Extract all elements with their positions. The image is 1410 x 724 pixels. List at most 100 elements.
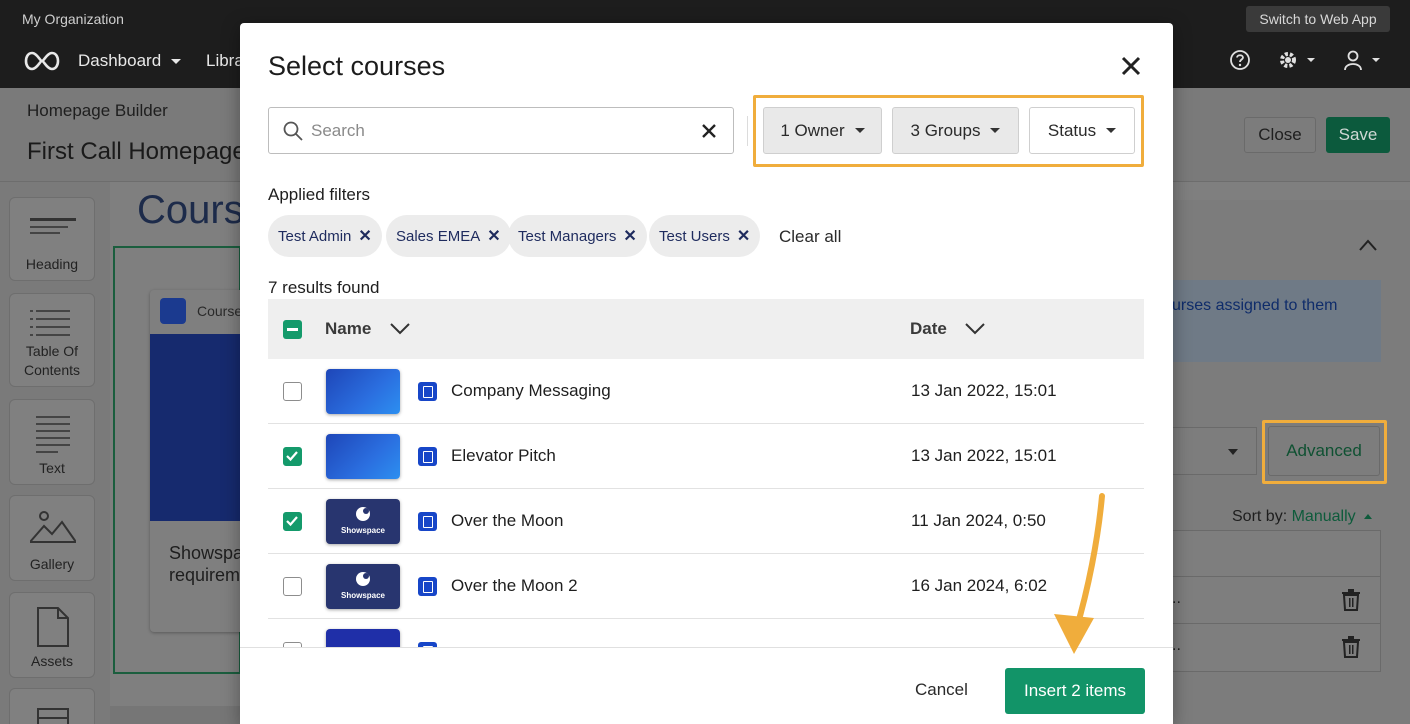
- block-gallery[interactable]: Gallery: [9, 495, 95, 581]
- page-title: First Call Homepage: [27, 138, 246, 165]
- thumbnail-brand: Showspace: [341, 591, 386, 600]
- block-assets-label: Assets: [30, 653, 73, 669]
- table-row[interactable]: Elevator Pitch 13 Jan 2022, 15:01: [268, 424, 1144, 489]
- brand-logo-icon[interactable]: [22, 50, 62, 72]
- filter-chip[interactable]: Test Managers ✕: [508, 215, 647, 257]
- course-thumbnail: Showspace: [326, 564, 400, 609]
- thumbnail-brand: Showspace: [341, 526, 386, 535]
- course-name: Company Messaging: [451, 381, 611, 400]
- course-icon: [418, 382, 437, 401]
- select-courses-modal: Select courses 1 Owner 3 Groups Status A…: [240, 23, 1173, 724]
- help-icon[interactable]: [1229, 48, 1251, 72]
- canvas-scrollbar[interactable]: [110, 706, 240, 724]
- results-count: 7 results found: [268, 278, 380, 297]
- block-heading[interactable]: Heading: [9, 197, 95, 281]
- block-text[interactable]: Text: [9, 399, 95, 485]
- nav-dashboard[interactable]: Dashboard: [78, 51, 182, 71]
- divider: [747, 116, 748, 146]
- info-text: urses assigned to them: [1172, 297, 1338, 314]
- block-text-label: Text: [39, 460, 65, 476]
- sort-by-label: Sort by:: [1232, 508, 1288, 525]
- save-button[interactable]: Save: [1326, 117, 1390, 153]
- owner-filter-button[interactable]: 1 Owner: [763, 107, 882, 154]
- course-date: 13 Jan 2022, 15:01: [911, 381, 1057, 400]
- status-filter-button[interactable]: Status: [1029, 107, 1135, 154]
- row-text: ..: [1172, 637, 1181, 654]
- course-date: 13 Jan 2022, 15:01: [911, 446, 1057, 465]
- block-heading-label: Heading: [25, 256, 79, 272]
- groups-filter-button[interactable]: 3 Groups: [892, 107, 1019, 154]
- sort-chevron-icon[interactable]: [390, 323, 410, 335]
- close-icon[interactable]: [1119, 54, 1143, 78]
- block-assets[interactable]: Assets: [9, 592, 95, 678]
- course-thumbnail: Showspace: [326, 499, 400, 544]
- search-field[interactable]: [268, 107, 734, 154]
- select-all-checkbox[interactable]: [283, 320, 302, 339]
- chevron-down-icon: [171, 59, 182, 65]
- course-date: 16 Jan 2024, 6:02: [911, 576, 1048, 595]
- chevron-down-icon: [1106, 128, 1117, 133]
- sort-chevron-icon[interactable]: [965, 323, 985, 335]
- breadcrumb[interactable]: Homepage Builder: [27, 101, 168, 121]
- course-name: Over the Moon: [451, 511, 564, 530]
- chevron-down-icon: [1228, 449, 1238, 455]
- block-toc-label: Table Of Contents: [23, 343, 81, 378]
- clear-all-link[interactable]: Clear all: [779, 227, 841, 247]
- cancel-button[interactable]: Cancel: [915, 680, 968, 700]
- settings-gear-icon[interactable]: [1277, 48, 1317, 72]
- table-row[interactable]: Showspace Over the Moon 11 Jan 2024, 0:5…: [268, 489, 1144, 554]
- callout-arrow-icon: [1054, 493, 1105, 654]
- row-checkbox[interactable]: [283, 512, 302, 531]
- course-icon: [418, 447, 437, 466]
- remove-chip-icon[interactable]: ✕: [358, 226, 371, 246]
- chevron-down-icon: [854, 128, 865, 133]
- course-thumbnail: [150, 334, 242, 521]
- trash-icon[interactable]: [1341, 636, 1361, 658]
- row-checkbox[interactable]: [283, 382, 302, 401]
- course-thumbnail: [326, 369, 400, 414]
- canvas-section-title: Cours: [137, 188, 244, 232]
- remove-chip-icon[interactable]: ✕: [623, 226, 636, 246]
- card-description: Showspa requirem: [169, 542, 242, 586]
- close-button[interactable]: Close: [1244, 117, 1316, 153]
- filter-chip[interactable]: Sales EMEA ✕: [386, 215, 511, 257]
- clear-search-icon[interactable]: [701, 123, 717, 139]
- search-icon: [283, 121, 303, 141]
- table-header: Name Date: [268, 299, 1144, 359]
- card-description-line: requirem: [169, 565, 241, 585]
- filter-chip[interactable]: Test Users ✕: [649, 215, 761, 257]
- course-icon: [418, 512, 437, 531]
- nav-library[interactable]: Libra: [206, 51, 244, 71]
- remove-chip-icon[interactable]: ✕: [487, 226, 500, 246]
- remove-chip-icon[interactable]: ✕: [737, 226, 750, 246]
- chevron-down-icon: [990, 128, 1001, 133]
- row-checkbox[interactable]: [283, 447, 302, 466]
- block-table-of-contents[interactable]: Table Of Contents: [9, 293, 95, 387]
- card-description-line: Showspa: [169, 543, 242, 563]
- course-icon: [418, 577, 437, 596]
- source-select[interactable]: [1172, 427, 1257, 475]
- search-input[interactable]: [311, 116, 691, 146]
- column-header-date[interactable]: Date: [910, 319, 947, 339]
- trash-icon[interactable]: [1341, 589, 1361, 611]
- card-type-label: Course: [197, 303, 242, 319]
- column-header-name[interactable]: Name: [325, 319, 371, 339]
- row-checkbox[interactable]: [283, 577, 302, 596]
- showspace-logo-icon: Showspace: [341, 507, 386, 535]
- applied-filters-label: Applied filters: [268, 185, 371, 204]
- insert-items-button[interactable]: Insert 2 items: [1005, 668, 1145, 714]
- filter-chip[interactable]: Test Admin ✕: [268, 215, 382, 257]
- advanced-button[interactable]: Advanced: [1268, 426, 1380, 476]
- table-row[interactable]: Showspace Over the Moon 2 16 Jan 2024, 6…: [268, 554, 1144, 619]
- user-account-icon[interactable]: [1342, 48, 1382, 72]
- chevron-up-icon[interactable]: [1358, 238, 1378, 252]
- course-card[interactable]: Course Showspa requirem: [150, 290, 242, 632]
- switch-to-web-app-button[interactable]: Switch to Web App: [1246, 6, 1390, 32]
- checkmark-icon: [286, 516, 298, 527]
- sort-by-control[interactable]: Sort by: Manually: [1232, 508, 1372, 526]
- block-more[interactable]: [9, 688, 95, 724]
- table-row[interactable]: Company Messaging 13 Jan 2022, 15:01: [268, 359, 1144, 424]
- showspace-logo-icon: Showspace: [341, 572, 386, 600]
- caret-up-icon: [1363, 514, 1372, 520]
- row-text: ..: [1172, 590, 1181, 607]
